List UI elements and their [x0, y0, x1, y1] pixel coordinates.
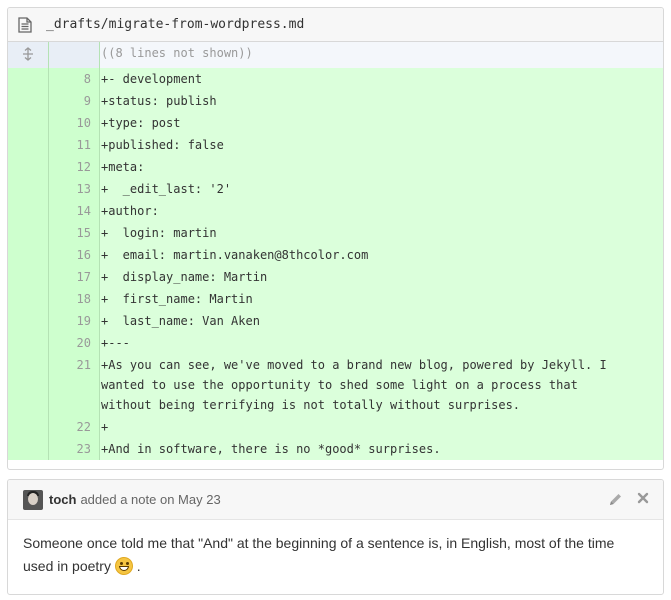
diff-line: 17 + display_name: Martin [8, 266, 663, 288]
new-line-number[interactable]: 23 [48, 438, 100, 460]
diff-line: 14 +author: [8, 200, 663, 222]
old-line-number [8, 288, 49, 310]
new-line-number[interactable]: 10 [48, 112, 100, 134]
diff-code: +meta: [99, 156, 663, 178]
diff-line: 21 +As you can see, we've moved to a bran… [8, 354, 663, 416]
diff-code: + login: martin [99, 222, 663, 244]
diff-line: 16 + email: martin.vanaken@8thcolor.com [8, 244, 663, 266]
diff-line: 11 +published: false [8, 134, 663, 156]
diff-line: 8 +- development [8, 68, 663, 90]
expand-lines-icon[interactable] [8, 42, 48, 66]
diff-code: + display_name: Martin [99, 266, 663, 288]
old-line-number [8, 178, 49, 200]
diff-code: +--- [99, 332, 663, 354]
old-line-number [8, 200, 49, 222]
diff-line: 22 + [8, 416, 663, 438]
note-author[interactable]: toch [49, 492, 76, 507]
diff-code: + _edit_last: '2' [99, 178, 663, 200]
old-line-number [8, 112, 49, 134]
new-line-number[interactable]: 19 [48, 310, 100, 332]
diff-code: + first_name: Martin [99, 288, 663, 310]
diff-code: + email: martin.vanaken@8thcolor.com [99, 244, 663, 266]
new-line-number[interactable]: 21 [48, 354, 100, 416]
diff-line: 19 + last_name: Van Aken [8, 310, 663, 332]
new-line-number[interactable]: 20 [48, 332, 100, 354]
note-body: Someone once told me that "And" at the b… [8, 520, 663, 590]
avatar[interactable] [23, 489, 43, 510]
diff-line: 23 +And in software, there is no *good* s… [8, 438, 663, 460]
expand-lines-button[interactable] [8, 42, 49, 68]
note-body-suffix: . [132, 558, 141, 574]
new-line-number[interactable]: 17 [48, 266, 100, 288]
diff-line: 13 + _edit_last: '2' [8, 178, 663, 200]
diff-line: 12 +meta: [8, 156, 663, 178]
close-icon[interactable] [637, 492, 649, 510]
diff-code: +published: false [99, 134, 663, 156]
new-line-number[interactable]: 8 [48, 68, 100, 90]
hunk-text: ((8 lines not shown)) [99, 42, 663, 68]
diff-code: + last_name: Van Aken [99, 310, 663, 332]
new-line-number[interactable]: 15 [48, 222, 100, 244]
diff-code: + [99, 416, 663, 438]
file-header: _drafts/migrate-from-wordpress.md [8, 8, 663, 42]
pencil-icon[interactable] [608, 492, 623, 510]
old-line-number [8, 416, 49, 438]
old-line-number [8, 266, 49, 288]
old-line-number [8, 332, 49, 354]
new-line-number[interactable]: 16 [48, 244, 100, 266]
diff-code: +author: [99, 200, 663, 222]
file-path[interactable]: _drafts/migrate-from-wordpress.md [46, 17, 304, 32]
diff-code: +status: publish [99, 90, 663, 112]
file-text-icon [18, 16, 32, 33]
note-action: added a note on May 23 [80, 492, 221, 507]
old-line-number [8, 438, 49, 460]
diff-code: +As you can see, we've moved to a brand … [99, 354, 663, 416]
diff-line: 9 +status: publish [8, 90, 663, 112]
diff-line: 15 + login: martin [8, 222, 663, 244]
old-line-number [8, 134, 49, 156]
diff-code: +type: post [99, 112, 663, 134]
new-line-number[interactable]: 9 [48, 90, 100, 112]
old-line-number [8, 310, 49, 332]
old-line-number [8, 244, 49, 266]
diff-line: 20 +--- [8, 332, 663, 354]
smile-emoji-icon [114, 557, 133, 575]
old-line-number [8, 68, 49, 90]
new-line-number[interactable]: 14 [48, 200, 100, 222]
old-line-number [8, 156, 49, 178]
new-line-number[interactable]: 11 [48, 134, 100, 156]
diff-code: +- development [99, 68, 663, 90]
new-line-number[interactable]: 13 [48, 178, 100, 200]
hunk-row: ((8 lines not shown)) [8, 42, 663, 68]
old-line-number [8, 354, 49, 416]
diff-table: ((8 lines not shown)) 8 +- development 9 +s… [8, 42, 663, 460]
note-box: toch added a note on May 23 Someone once… [7, 479, 664, 595]
new-line-number[interactable]: 12 [48, 156, 100, 178]
file-diff-box: _drafts/migrate-from-wordpress.md ((8 li… [7, 7, 664, 470]
note-body-text: Someone once told me that "And" at the b… [23, 535, 615, 574]
note-header: toch added a note on May 23 [8, 480, 663, 520]
diff-code: +And in software, there is no *good* sur… [99, 438, 663, 460]
diff-line: 10 +type: post [8, 112, 663, 134]
old-line-number [8, 222, 49, 244]
new-line-number[interactable]: 18 [48, 288, 100, 310]
diff-line: 18 + first_name: Martin [8, 288, 663, 310]
old-line-number [8, 90, 49, 112]
new-line-number[interactable]: 22 [48, 416, 100, 438]
